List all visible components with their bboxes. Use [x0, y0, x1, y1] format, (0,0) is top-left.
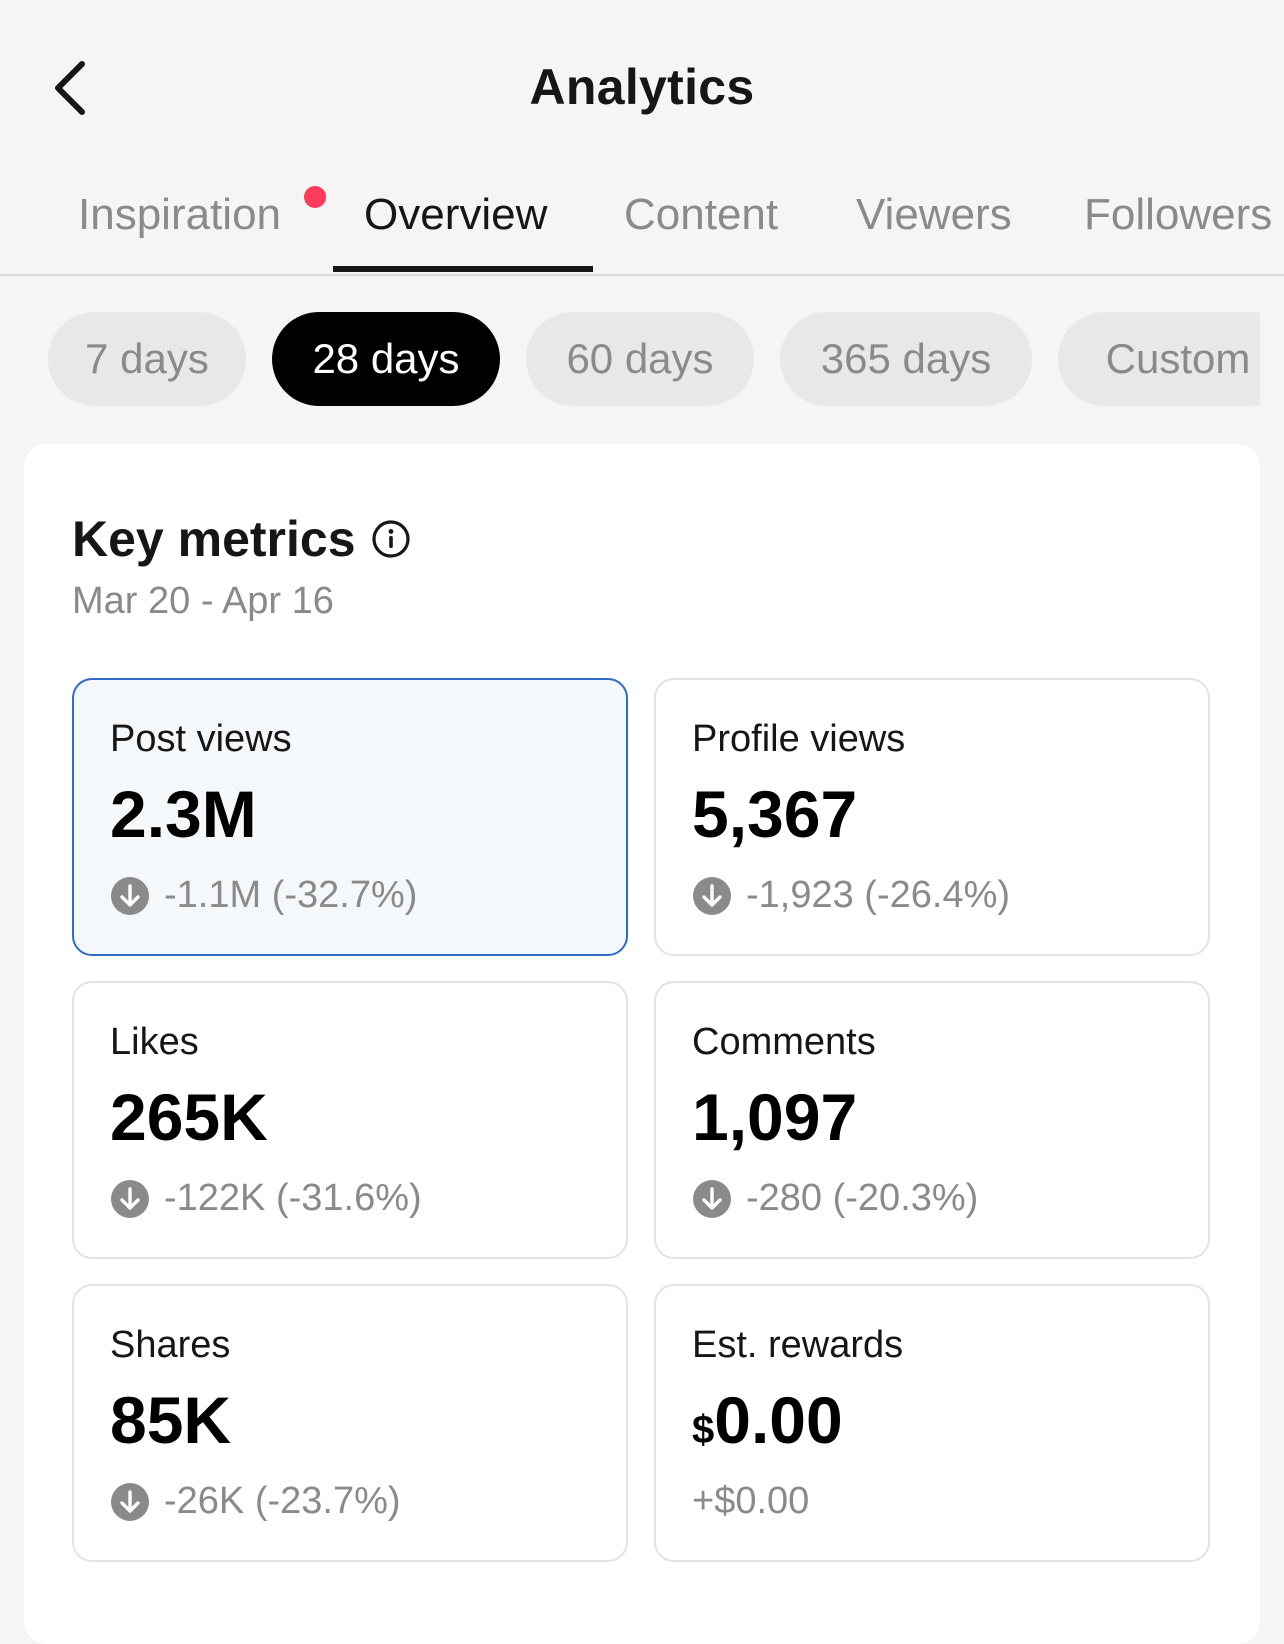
metric-card-likes[interactable]: Likes 265K -122K (-31.6%)	[72, 981, 628, 1259]
tab-followers[interactable]: Followers	[1084, 190, 1272, 240]
metric-value: 85K	[110, 1383, 232, 1457]
metric-value: 265K	[110, 1080, 268, 1154]
metric-change: -122K (-31.6%)	[110, 1177, 422, 1220]
range-60-days[interactable]: 60 days	[526, 312, 754, 406]
page-title: Analytics	[529, 59, 755, 115]
metric-card-shares[interactable]: Shares 85K -26K (-23.7%)	[72, 1284, 628, 1562]
metric-value: 5,367	[692, 777, 858, 851]
metric-card-est-rewards[interactable]: Est. rewards $0.00 +$0.00	[654, 1284, 1210, 1562]
metric-label: Post views	[110, 718, 292, 760]
key-metrics-heading: Key metrics	[72, 511, 356, 567]
metric-value-number: 0.00	[714, 1383, 843, 1457]
metric-change: -26K (-23.7%)	[110, 1480, 401, 1523]
range-7-days[interactable]: 7 days	[48, 312, 246, 406]
range-28-days[interactable]: 28 days	[272, 312, 500, 406]
tab-bar: Inspiration Overview Content Viewers Fol…	[0, 170, 1284, 276]
arrow-down-circle-icon	[111, 1482, 149, 1521]
tab-content[interactable]: Content	[624, 190, 778, 240]
currency-symbol: $	[692, 1408, 715, 1452]
date-range-label: Mar 20 - Apr 16	[72, 580, 334, 622]
metric-change-text: -122K (-31.6%)	[164, 1177, 422, 1219]
metric-change: -1,923 (-26.4%)	[692, 874, 1010, 917]
metric-change: -280 (-20.3%)	[692, 1177, 978, 1220]
metric-change-text: +$0.00	[692, 1480, 810, 1522]
metric-card-comments[interactable]: Comments 1,097 -280 (-20.3%)	[654, 981, 1210, 1259]
metric-change: -1.1M (-32.7%)	[110, 874, 417, 917]
date-range-selector: 7 days 28 days 60 days 365 days Custom	[0, 312, 1260, 408]
active-tab-indicator	[333, 266, 593, 272]
metric-value: 2.3M	[110, 777, 257, 851]
metric-label: Comments	[692, 1021, 876, 1063]
key-metrics-card: Key metrics Mar 20 - Apr 16 Post views 2…	[24, 444, 1260, 1644]
range-custom[interactable]: Custom	[1058, 312, 1260, 406]
info-icon[interactable]	[370, 518, 412, 560]
metric-change-text: -1.1M (-32.7%)	[164, 874, 418, 916]
arrow-down-circle-icon	[693, 876, 731, 915]
metric-card-profile-views[interactable]: Profile views 5,367 -1,923 (-26.4%)	[654, 678, 1210, 956]
tab-inspiration[interactable]: Inspiration	[78, 190, 281, 240]
metric-label: Est. rewards	[692, 1324, 904, 1366]
metric-label: Shares	[110, 1324, 231, 1366]
tab-viewers[interactable]: Viewers	[856, 190, 1012, 240]
range-365-days[interactable]: 365 days	[780, 312, 1032, 406]
metric-label: Profile views	[692, 718, 906, 760]
metric-value: 1,097	[692, 1080, 858, 1154]
metric-change-text: -280 (-20.3%)	[746, 1177, 979, 1219]
metric-change-text: -26K (-23.7%)	[164, 1480, 401, 1522]
arrow-down-circle-icon	[111, 876, 149, 915]
metric-label: Likes	[110, 1021, 199, 1063]
metric-value: $0.00	[692, 1382, 843, 1458]
key-metrics-title: Key metrics	[72, 510, 412, 568]
notification-badge	[304, 186, 326, 208]
metric-change-text: -1,923 (-26.4%)	[746, 874, 1011, 916]
header: Analytics	[0, 0, 1284, 170]
metric-change: +$0.00	[692, 1480, 809, 1523]
tab-overview[interactable]: Overview	[364, 190, 547, 240]
arrow-down-circle-icon	[111, 1179, 149, 1218]
metric-card-post-views[interactable]: Post views 2.3M -1.1M (-32.7%)	[72, 678, 628, 956]
arrow-down-circle-icon	[693, 1179, 731, 1218]
